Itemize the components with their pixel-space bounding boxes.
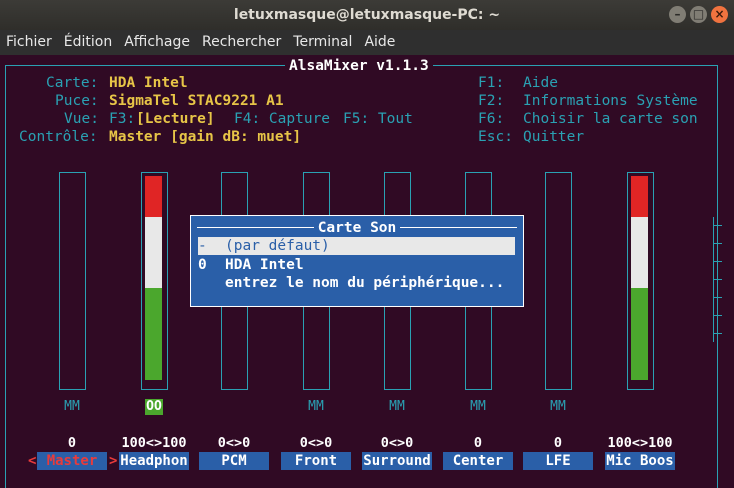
scrollbar-track[interactable] — [713, 217, 714, 342]
channel-value: 0 — [67, 435, 77, 451]
key-f6-desc: Choisir la carte son — [523, 111, 698, 127]
minimize-icon[interactable]: – — [669, 6, 686, 23]
option-label: HDA Intel — [225, 257, 304, 273]
channel-value: 100<>100 — [607, 435, 673, 451]
menu-affichage[interactable]: Affichage — [124, 30, 190, 55]
key-esc: Esc: — [478, 129, 513, 145]
channel-label-center[interactable]: Center — [443, 452, 513, 470]
channel-label-master[interactable]: Master — [37, 452, 107, 470]
dialog-title: Carte Son — [313, 220, 401, 236]
menu-fichier[interactable]: Fichier — [6, 30, 52, 55]
unmute-indicator[interactable]: OO — [145, 399, 163, 415]
level-bar-segment — [631, 288, 648, 380]
scroll-tick — [714, 297, 722, 298]
view-all[interactable]: F5: Tout — [343, 110, 413, 128]
mute-indicator[interactable]: MM — [464, 399, 492, 414]
close-icon[interactable]: × — [711, 6, 728, 23]
key-f1: F1: — [478, 75, 505, 91]
mute-indicator[interactable]: MM — [383, 399, 411, 414]
channel-value: 0 — [553, 435, 563, 451]
channel-label-lfe[interactable]: LFE — [523, 452, 593, 470]
title-bar[interactable]: letuxmasque@letuxmasque-PC: ~ – □ × — [0, 0, 734, 30]
scroll-tick — [714, 243, 722, 244]
dialog-option-device-name[interactable]: entrez le nom du périphérique... — [198, 274, 515, 292]
mute-indicator[interactable]: MM — [544, 399, 572, 414]
menu-rechercher[interactable]: Rechercher — [202, 30, 281, 55]
level-bar-segment — [145, 216, 162, 289]
option-label: entrez le nom du périphérique... — [225, 275, 505, 291]
channel-value: 0<>0 — [380, 435, 414, 451]
terminal-window: letuxmasque@letuxmasque-PC: ~ – □ × Fich… — [0, 0, 734, 488]
card-label: Carte: — [46, 75, 99, 91]
key-f6: F6: — [478, 111, 505, 127]
channel-value: 0<>0 — [299, 435, 333, 451]
channel-value: 0 — [473, 435, 483, 451]
view-playback[interactable]: [Lecture] — [136, 110, 215, 128]
sound-card-dialog: Carte Son - (par défaut) 0 HDA Intel entre… — [190, 215, 524, 307]
level-bar-segment — [631, 176, 648, 217]
key-esc-desc: Quitter — [523, 129, 585, 145]
menu-bar: Fichier Édition Affichage Rechercher Ter… — [0, 30, 734, 55]
option-prefix: - — [198, 238, 207, 254]
selected-marker-right: > — [109, 453, 118, 469]
menu-aide[interactable]: Aide — [364, 30, 395, 55]
scroll-tick — [714, 279, 722, 280]
chip-value: SigmaTel STAC9221 A1 — [109, 93, 284, 109]
channel-label-surround[interactable]: Surround — [362, 452, 432, 470]
mute-indicator[interactable]: MM — [58, 399, 86, 414]
scroll-tick — [714, 225, 722, 226]
level-bar-segment — [631, 216, 648, 289]
channel-label-headphon[interactable]: Headphon — [119, 452, 189, 470]
menu-terminal[interactable]: Terminal — [293, 30, 352, 55]
window-title: letuxmasque@letuxmasque-PC: ~ — [233, 7, 501, 23]
mixer-title: AlsaMixer v1.1.3 — [285, 57, 433, 75]
control-value: Master [gain dB: muet] — [109, 129, 302, 145]
fader-lfe[interactable] — [545, 172, 572, 390]
level-bar-segment — [145, 288, 162, 380]
mute-indicator[interactable]: MM — [302, 399, 330, 414]
option-label: (par défaut) — [225, 238, 330, 254]
view-label: Vue: — [64, 111, 99, 127]
key-f2: F2: — [478, 93, 505, 109]
menu-edition[interactable]: Édition — [64, 30, 112, 55]
channel-label-front[interactable]: Front — [281, 452, 351, 470]
channel-label-pcm[interactable]: PCM — [199, 452, 269, 470]
selected-marker-left: < — [28, 453, 37, 469]
channel-label-mic-boos[interactable]: Mic Boos — [605, 452, 675, 470]
dialog-option-hda-intel[interactable]: 0 HDA Intel — [198, 256, 515, 274]
terminal-area[interactable]: AlsaMixer v1.1.3 Carte: HDA Intel Puce: … — [0, 55, 734, 488]
scroll-tick — [714, 333, 722, 334]
view-f3: F3: — [109, 111, 136, 127]
level-bar-segment — [145, 176, 162, 217]
channel-value: 0<>0 — [217, 435, 251, 451]
control-label: Contrôle: — [19, 129, 98, 145]
view-capture[interactable]: F4: Capture — [234, 110, 330, 128]
dialog-option-default[interactable]: - (par défaut) — [198, 237, 515, 255]
scroll-tick — [714, 261, 722, 262]
card-value: HDA Intel — [109, 75, 188, 91]
scroll-tick — [714, 315, 722, 316]
key-f2-desc: Informations Système — [523, 93, 698, 109]
fader-master[interactable] — [59, 172, 86, 390]
maximize-icon[interactable]: □ — [690, 6, 707, 23]
key-f1-desc: Aide — [523, 75, 558, 91]
channel-value: 100<>100 — [121, 435, 187, 451]
chip-label: Puce: — [55, 93, 99, 109]
option-prefix: 0 — [198, 257, 207, 273]
